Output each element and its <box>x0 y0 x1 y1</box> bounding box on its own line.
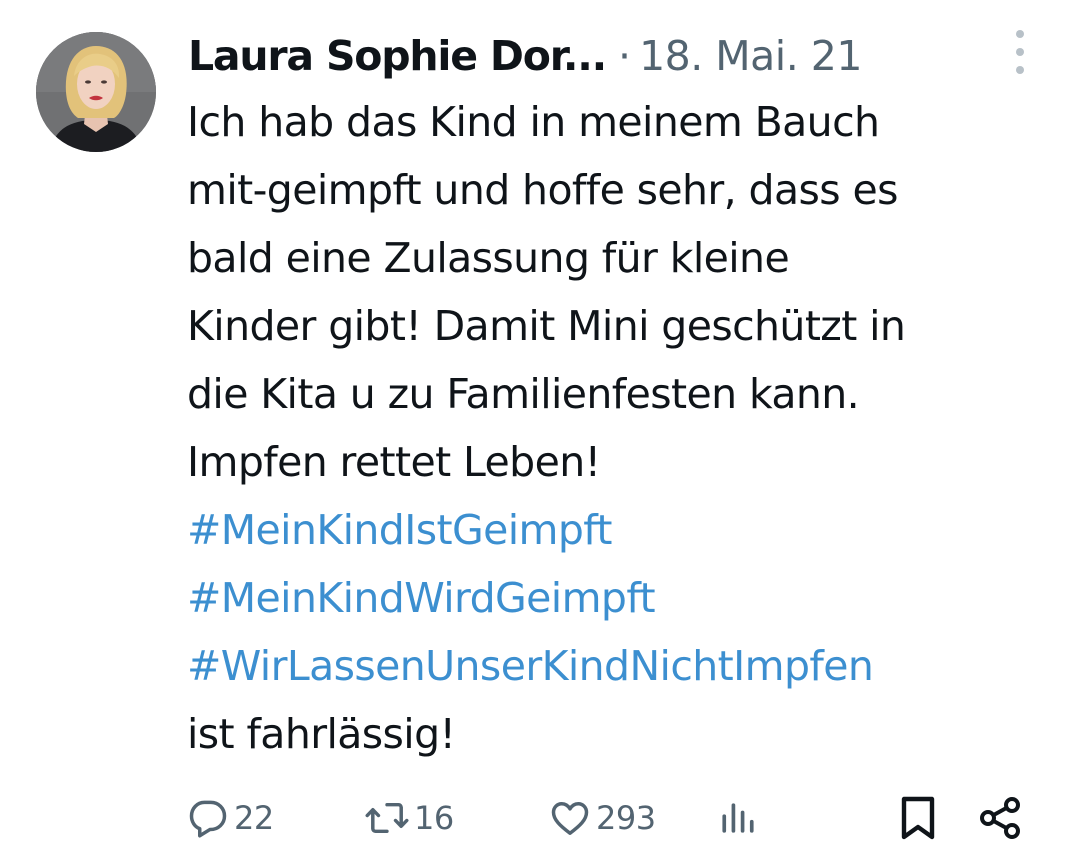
tweet-text-line: bald eine Zulassung für kleine <box>187 234 790 282</box>
reply-icon <box>186 796 230 840</box>
avatar-photo <box>36 32 156 152</box>
like-button[interactable]: 293 <box>548 790 656 846</box>
more-options-button[interactable] <box>1002 30 1038 74</box>
tweet-card: Laura Sophie Dor... · 18. Mai. 21 Ich ha… <box>0 0 1073 858</box>
reply-button[interactable]: 22 <box>186 790 274 846</box>
more-dot <box>1016 66 1024 74</box>
hashtag-link[interactable]: #WirLassenUnserKindNichtImpfen <box>187 632 1057 700</box>
hashtag-link[interactable]: #MeinKindWirdGeimpft <box>187 564 1057 632</box>
author-name[interactable]: Laura Sophie Dor... <box>188 32 607 80</box>
retweet-button[interactable]: 16 <box>364 790 454 846</box>
hashtag-link[interactable]: #MeinKindIstGeimpft <box>187 496 1057 564</box>
tweet-text-line: ist fahrlässig! <box>187 710 456 758</box>
action-bar: 22 16 293 <box>0 790 1073 846</box>
reply-count: 22 <box>234 799 274 837</box>
header-separator: · <box>618 32 632 80</box>
tweet-text-line: Kinder gibt! Damit Mini geschützt in <box>187 302 906 350</box>
like-count: 293 <box>596 799 656 837</box>
tweet-text: Ich hab das Kind in meinem Bauch mit-gei… <box>187 88 1057 768</box>
tweet-text-line: mit-geimpft und hoffe sehr, dass es <box>187 166 898 214</box>
retweet-icon <box>364 796 410 840</box>
more-dot <box>1016 48 1024 56</box>
avatar[interactable] <box>36 32 156 152</box>
tweet-text-line: Impfen rettet Leben! <box>187 438 601 486</box>
bookmark-icon <box>896 794 940 842</box>
bookmark-button[interactable] <box>896 790 940 846</box>
share-button[interactable] <box>976 790 1024 846</box>
views-chart-icon <box>716 796 760 840</box>
retweet-count: 16 <box>414 799 454 837</box>
tweet-header: Laura Sophie Dor... · 18. Mai. 21 <box>188 26 862 86</box>
more-dot <box>1016 30 1024 38</box>
tweet-timestamp[interactable]: 18. Mai. 21 <box>639 32 862 80</box>
views-button[interactable] <box>716 790 760 846</box>
share-icon <box>976 794 1024 842</box>
tweet-text-line: die Kita u zu Familienfesten kann. <box>187 370 860 418</box>
tweet-text-line: Ich hab das Kind in meinem Bauch <box>187 98 880 146</box>
heart-icon <box>548 796 592 840</box>
